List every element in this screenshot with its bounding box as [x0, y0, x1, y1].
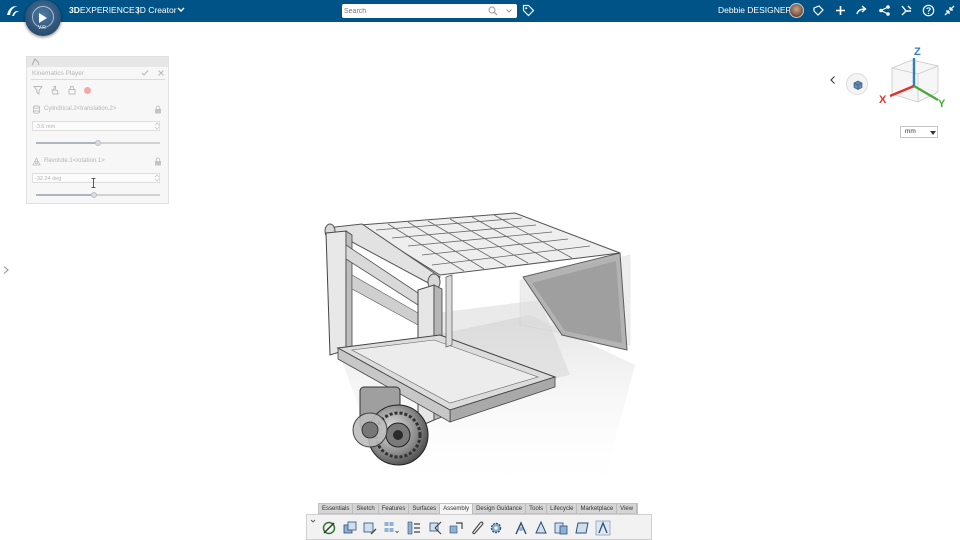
joint-1-slider-fill	[36, 142, 98, 144]
search-options-chevron-icon[interactable]	[505, 7, 513, 15]
tab-assembly[interactable]: Assembly	[440, 504, 474, 514]
top-bar: 3DEXPERIENCE | 3D Creator Debbie DESIGNE…	[0, 0, 960, 22]
chevron-down-icon[interactable]	[176, 6, 186, 14]
interference-check-icon[interactable]	[553, 520, 569, 536]
platform-brand: 3DEXPERIENCE |	[69, 5, 139, 15]
tab-tools[interactable]: Tools	[526, 504, 548, 514]
tag-icon[interactable]	[522, 4, 535, 17]
3d-model-solar-cart[interactable]	[300, 205, 660, 505]
spinner-icon[interactable]	[154, 122, 160, 130]
kinematics-player-panel[interactable]: Kinematics Player Cylindrical.2<translat…	[26, 56, 169, 204]
view-cube-small-icon	[853, 80, 863, 90]
joint-2-value-field[interactable]	[32, 173, 160, 183]
brand-bold: 3D	[69, 5, 80, 15]
help-icon[interactable]	[922, 4, 935, 17]
caret-down-icon[interactable]	[930, 131, 936, 135]
revolute-joint-icon	[32, 157, 41, 166]
apps-icon[interactable]	[900, 4, 913, 17]
tab-essentials[interactable]: Essentials	[319, 504, 354, 514]
joint-1-value-input[interactable]	[35, 123, 145, 130]
unit-value: mm	[905, 128, 916, 135]
compass-version: V.R	[38, 25, 46, 31]
lock-joints-icon[interactable]	[67, 85, 77, 95]
tab-features[interactable]: Features	[379, 504, 410, 514]
joint-2-slider[interactable]	[36, 192, 160, 198]
avatar[interactable]	[789, 3, 804, 18]
search-box[interactable]	[342, 4, 517, 18]
tab-lifecycle[interactable]: Lifecycle	[547, 504, 578, 514]
ds-logo-icon[interactable]	[5, 3, 21, 19]
cylindrical-joint-icon	[33, 105, 40, 114]
label-icon[interactable]	[812, 4, 825, 17]
chevron-left-icon[interactable]	[828, 75, 838, 85]
joint-2-slider-thumb[interactable]	[91, 192, 98, 198]
joint-2-value-input[interactable]	[35, 175, 145, 182]
text-cursor-icon	[91, 178, 96, 188]
joint-2-slider-fill	[36, 194, 95, 196]
search-input[interactable]	[344, 6, 484, 16]
collapse-fullscreen-icon[interactable]	[943, 4, 956, 17]
joint-2-name: Revolute.1<rotation.1>	[44, 158, 105, 164]
panel-header-bar[interactable]	[27, 57, 168, 67]
share-arrow-icon[interactable]	[855, 4, 868, 17]
app-name[interactable]: 3D Creator	[135, 5, 177, 15]
spinner-icon[interactable]	[154, 174, 160, 182]
lock-icon[interactable]	[154, 105, 162, 114]
tab-design-guidance[interactable]: Design Guidance	[473, 504, 527, 514]
tab-surfaces[interactable]: Surfaces	[409, 504, 441, 514]
axis-z-label: Z	[914, 46, 921, 58]
insert-component-icon[interactable]	[342, 520, 358, 536]
joint-1-value-field[interactable]	[32, 121, 160, 131]
manipulate-icon[interactable]	[427, 520, 443, 536]
pattern-icon[interactable]	[383, 520, 399, 536]
search-icon[interactable]	[488, 6, 498, 16]
section-view-icon[interactable]	[575, 520, 591, 536]
explode-icon[interactable]	[406, 520, 422, 536]
close-icon[interactable]	[157, 69, 165, 77]
view-mode-button[interactable]	[846, 73, 868, 95]
hand-drag-icon[interactable]	[50, 85, 60, 95]
unit-select[interactable]: mm	[900, 126, 938, 138]
chevron-down-icon[interactable]	[310, 518, 316, 524]
tab-sketch[interactable]: Sketch	[353, 504, 379, 514]
view-cube[interactable]: Z X Y	[876, 46, 950, 114]
compass-widget[interactable]: V.R	[25, 0, 61, 36]
action-bar: Essentials Sketch Features Surfaces Asse…	[306, 503, 652, 540]
kinematics-player-icon[interactable]	[595, 520, 611, 536]
lock-icon[interactable]	[154, 157, 162, 166]
share-network-icon[interactable]	[878, 4, 891, 17]
check-icon[interactable]	[141, 69, 149, 77]
axis-x-label: X	[879, 94, 887, 106]
divider	[31, 79, 165, 80]
brand-rest: EXPERIENCE	[79, 5, 135, 15]
panel-title: Kinematics Player	[32, 70, 85, 77]
axis-y-label: Y	[938, 98, 946, 110]
kinematics-icon	[31, 58, 40, 66]
tab-view[interactable]: View	[617, 504, 638, 514]
replace-component-icon[interactable]	[362, 520, 378, 536]
record-button[interactable]	[84, 87, 91, 94]
engineering-connection-icon[interactable]	[321, 520, 337, 536]
joint-1-slider-thumb[interactable]	[95, 140, 101, 146]
joint-1-name: Cylindrical.2<translation.2>	[44, 106, 117, 112]
plus-icon[interactable]	[834, 4, 847, 17]
kinematics-joint-icon[interactable]	[513, 520, 529, 536]
action-bar-commands	[306, 514, 652, 540]
tab-marketplace[interactable]: Marketplace	[577, 504, 618, 514]
snap-icon[interactable]	[448, 520, 464, 536]
mechanism-gear-icon[interactable]	[489, 520, 505, 536]
user-name[interactable]: Debbie DESIGNER	[718, 5, 792, 15]
filter-icon[interactable]	[33, 85, 43, 95]
simulate-icon[interactable]	[533, 520, 549, 536]
joint-1-slider[interactable]	[36, 140, 160, 146]
expand-panel-chevron-icon[interactable]	[2, 265, 10, 275]
action-bar-tabs: Essentials Sketch Features Surfaces Asse…	[318, 503, 639, 514]
clip-constraint-icon[interactable]	[469, 520, 485, 536]
play-icon[interactable]	[39, 13, 47, 23]
